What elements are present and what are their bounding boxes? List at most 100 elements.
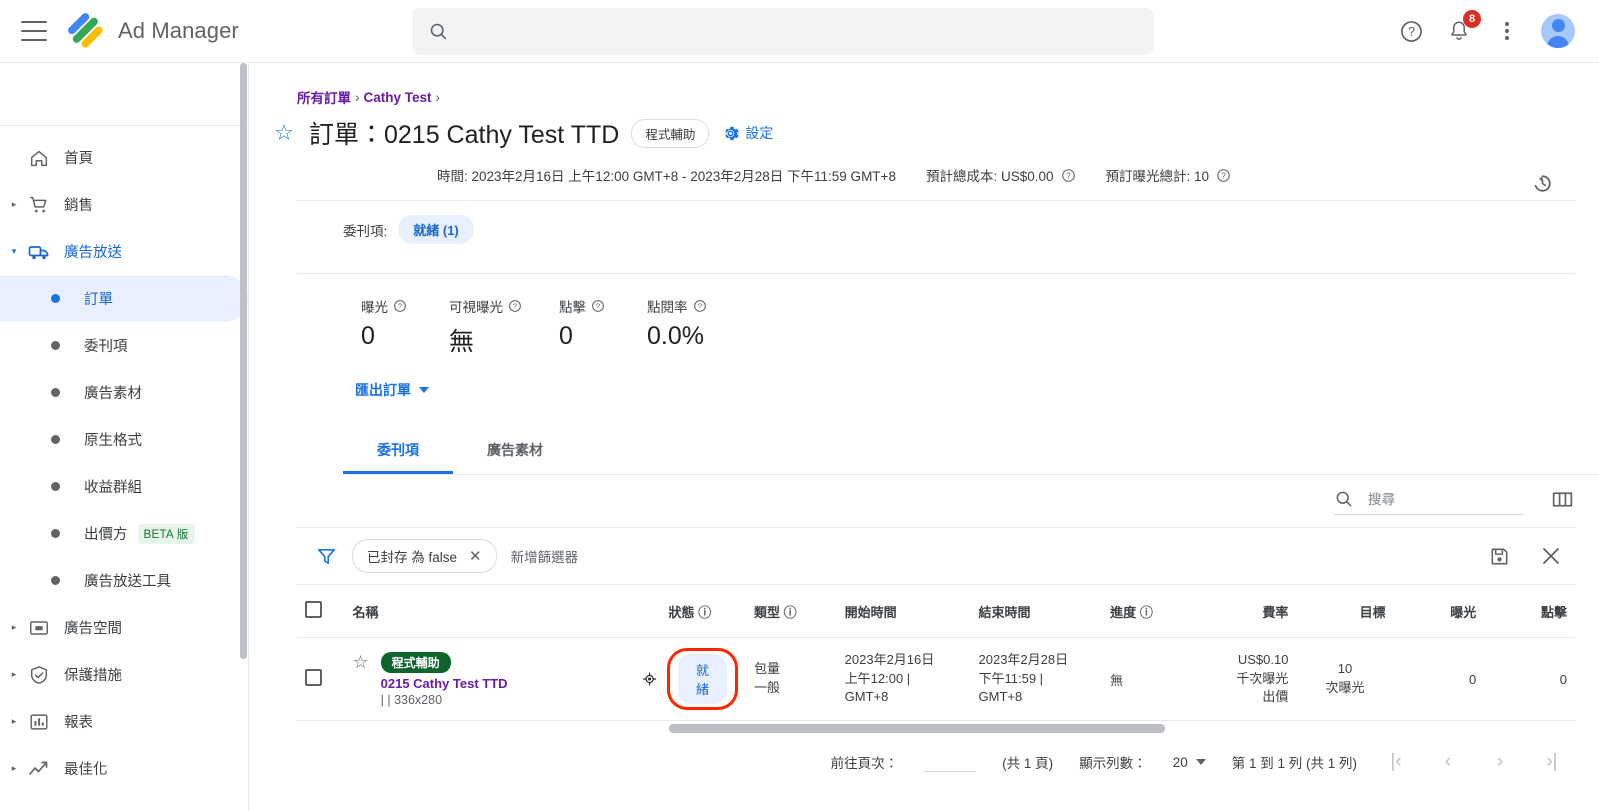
close-icon[interactable] bbox=[1539, 544, 1563, 568]
rows-per-page-select[interactable]: 20 bbox=[1173, 755, 1206, 770]
sidebar-item-reports[interactable]: ▸ 報表 bbox=[0, 698, 248, 745]
chevron-down-icon[interactable]: ▾ bbox=[6, 246, 22, 257]
sidebar-item-orders[interactable]: 訂單 bbox=[0, 275, 248, 322]
footer: © 2023 Google - 隱私權政策 - 說明 - 版本資訊 - 網誌 -… bbox=[297, 791, 1575, 811]
sidebar-item-delivery-tools[interactable]: 廣告放送工具 bbox=[0, 557, 248, 604]
row-checkbox[interactable] bbox=[305, 669, 322, 686]
chevron-right-icon[interactable]: ▸ bbox=[6, 763, 22, 774]
star-outline-icon[interactable]: ☆ bbox=[271, 120, 297, 146]
goto-page-input[interactable] bbox=[924, 753, 977, 772]
sidebar-item-bidders[interactable]: 出價方 BETA 版 bbox=[0, 510, 248, 557]
global-search-input[interactable] bbox=[463, 22, 1103, 40]
brand[interactable]: Ad Manager bbox=[67, 12, 239, 50]
ready-count-chip[interactable]: 就緒 (1) bbox=[398, 215, 474, 244]
sidebar-item-native-formats[interactable]: 原生格式 bbox=[0, 416, 248, 463]
column-status[interactable]: 狀態 ⓘ bbox=[633, 585, 746, 638]
add-filter-button[interactable]: 新增篩選器 bbox=[511, 546, 579, 566]
help-icon[interactable]: ? bbox=[1397, 17, 1425, 45]
kebab-icon[interactable] bbox=[1493, 17, 1521, 45]
breadcrumb-cathy-test[interactable]: Cathy Test bbox=[364, 90, 432, 105]
column-rate[interactable]: 費率 bbox=[1192, 585, 1297, 638]
help-icon[interactable]: ? bbox=[1216, 168, 1231, 183]
row-rate-line1: US$0.10 bbox=[1237, 651, 1289, 667]
sidebar-item-creatives[interactable]: 廣告素材 bbox=[0, 369, 248, 416]
sidebar-item-label: 首頁 bbox=[64, 151, 93, 167]
column-name[interactable]: 名稱 bbox=[344, 585, 634, 638]
column-impressions[interactable]: 曝光 bbox=[1393, 585, 1485, 638]
columns-icon[interactable] bbox=[1550, 487, 1575, 517]
column-start-time[interactable]: 開始時間 bbox=[836, 585, 971, 638]
export-order-button[interactable]: 匯出訂單 bbox=[355, 380, 429, 400]
column-goal[interactable]: 目標 bbox=[1296, 585, 1394, 638]
help-icon[interactable]: ⓘ bbox=[698, 605, 711, 620]
account-avatar[interactable] bbox=[1541, 14, 1575, 48]
last-page-icon[interactable]: ›| bbox=[1539, 751, 1565, 773]
filter-chip-archived[interactable]: 已封存 為 false ✕ bbox=[352, 539, 497, 573]
help-icon[interactable]: ? bbox=[1061, 168, 1076, 183]
bullet-icon bbox=[51, 294, 60, 303]
line-item-link[interactable]: 0215 Cathy Test TTD bbox=[381, 676, 508, 691]
filter-icon[interactable] bbox=[315, 545, 338, 568]
settings-button[interactable]: 設定 bbox=[721, 123, 773, 143]
row-status-cell: 就緒 bbox=[634, 638, 746, 721]
sidebar-item-label: 原生格式 bbox=[84, 433, 142, 449]
breadcrumb-separator-2: › bbox=[435, 89, 441, 105]
table-horizontal-scrollbar[interactable] bbox=[669, 724, 1165, 733]
help-icon[interactable]: ? bbox=[508, 299, 522, 313]
sidebar-item-sales[interactable]: ▸ 銷售 bbox=[0, 181, 248, 228]
row-rate-line2: 千次曝光 bbox=[1236, 670, 1289, 686]
help-icon[interactable]: ⓘ bbox=[1140, 605, 1153, 620]
help-icon[interactable]: ? bbox=[393, 299, 407, 313]
table-search-input[interactable] bbox=[1368, 491, 1508, 507]
column-status-label: 狀態 bbox=[668, 604, 695, 620]
help-icon[interactable]: ? bbox=[591, 299, 605, 313]
history-icon[interactable] bbox=[1530, 171, 1555, 201]
line-item-sizes: | | 336x280 bbox=[380, 692, 443, 707]
chevron-right-icon[interactable]: ▸ bbox=[6, 669, 22, 680]
target-icon[interactable] bbox=[642, 668, 657, 690]
chevron-right-icon[interactable]: ▸ bbox=[6, 622, 22, 633]
close-icon[interactable]: ✕ bbox=[469, 547, 482, 565]
help-icon[interactable]: ? bbox=[693, 299, 707, 313]
sidebar-item-line-items[interactable]: 委刊項 bbox=[0, 322, 248, 369]
bell-icon[interactable]: 8 bbox=[1445, 10, 1481, 45]
stat-label: 可視曝光 bbox=[449, 300, 503, 315]
row-impressions-cell: 0 bbox=[1469, 671, 1477, 687]
sidebar-item-inventory[interactable]: ▸ 廣告空間 bbox=[0, 604, 248, 651]
row-end-line2: 下午11:59 | bbox=[978, 670, 1044, 686]
bullet-icon bbox=[51, 576, 60, 585]
chevron-right-icon[interactable]: ▸ bbox=[6, 199, 22, 210]
next-page-icon[interactable]: › bbox=[1487, 751, 1513, 773]
sidebar: ▸ 首頁 ▸ 銷售 ▾ bbox=[0, 63, 249, 811]
column-progress[interactable]: 進度 ⓘ bbox=[1102, 585, 1193, 638]
sidebar-item-home[interactable]: ▸ 首頁 bbox=[0, 134, 248, 181]
column-type[interactable]: 類型 ⓘ bbox=[746, 585, 837, 638]
help-icon[interactable]: ⓘ bbox=[784, 605, 797, 620]
search-icon bbox=[430, 23, 447, 39]
tab-creatives[interactable]: 廣告素材 bbox=[453, 426, 577, 474]
sidebar-item-yield-groups[interactable]: 收益群組 bbox=[0, 463, 248, 510]
sidebar-item-label: 訂單 bbox=[84, 292, 113, 308]
export-order-label: 匯出訂單 bbox=[355, 382, 411, 398]
sidebar-scrollbar[interactable] bbox=[240, 63, 247, 659]
select-all-checkbox[interactable] bbox=[305, 601, 322, 618]
table-search[interactable] bbox=[1334, 489, 1524, 515]
first-page-icon[interactable]: |‹ bbox=[1383, 751, 1409, 773]
global-search[interactable] bbox=[412, 7, 1154, 55]
filter-chip-label: 已封存 為 false bbox=[367, 550, 458, 565]
table-row[interactable]: ☆ 程式輔助 0215 Cathy Test TTD | | 336x280 就… bbox=[297, 638, 1575, 721]
prev-page-icon[interactable]: ‹ bbox=[1435, 751, 1461, 773]
chevron-right-icon[interactable]: ▸ bbox=[6, 716, 22, 727]
save-icon[interactable] bbox=[1488, 545, 1511, 568]
star-outline-icon[interactable]: ☆ bbox=[352, 652, 368, 673]
hamburger-icon[interactable] bbox=[21, 21, 47, 41]
sidebar-item-delivery[interactable]: ▾ 廣告放送 bbox=[0, 228, 248, 275]
sidebar-item-optimization[interactable]: ▸ 最佳化 bbox=[0, 745, 248, 792]
column-clicks[interactable]: 點擊 bbox=[1484, 585, 1575, 638]
tab-line-items[interactable]: 委刊項 bbox=[343, 426, 453, 474]
column-end-time[interactable]: 結束時間 bbox=[970, 585, 1103, 638]
global-search-box[interactable] bbox=[412, 7, 1154, 55]
sidebar-item-protections[interactable]: ▸ 保護措施 bbox=[0, 651, 248, 698]
breadcrumb-all-orders[interactable]: 所有訂單 bbox=[297, 87, 351, 107]
status-badge[interactable]: 就緒 bbox=[677, 654, 727, 704]
